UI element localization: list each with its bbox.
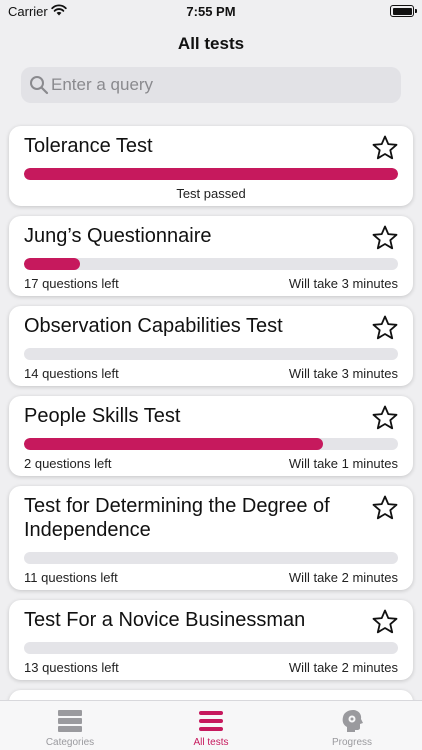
search-input[interactable] <box>51 67 391 103</box>
progress-bar <box>24 438 398 450</box>
tab-progress[interactable]: Progress <box>282 701 422 750</box>
star-icon[interactable] <box>371 224 399 252</box>
status-time: 7:55 PM <box>186 4 236 19</box>
test-card-novice-businessman[interactable]: Test For a Novice Businessman 13 questio… <box>9 600 413 680</box>
tab-bar: Categories All tests Progress <box>0 700 422 750</box>
test-card-independence[interactable]: Test for Determining the Degree of Indep… <box>9 486 413 590</box>
list-icon <box>198 709 224 738</box>
tab-categories[interactable]: Categories <box>0 701 140 750</box>
test-title: People Skills Test <box>24 405 181 427</box>
questions-left: 2 questions left <box>24 456 112 471</box>
tab-label: Categories <box>45 737 95 748</box>
test-duration: Will take 2 minutes <box>288 570 398 585</box>
progress-bar <box>24 168 398 180</box>
test-status: Test passed <box>176 186 246 201</box>
status-bar: Carrier 7:55 PM <box>0 0 422 26</box>
test-title: Test for Determining the Degree of Indep… <box>24 495 330 541</box>
questions-left: 13 questions left <box>24 660 119 675</box>
test-card-observation[interactable]: Observation Capabilities Test 14 questio… <box>9 306 413 386</box>
head-gear-icon <box>339 709 365 738</box>
test-title: Jung’s Questionnaire <box>24 225 212 247</box>
search-icon <box>29 75 49 100</box>
star-icon[interactable] <box>371 404 399 432</box>
test-title: Tolerance Test <box>24 135 153 157</box>
tests-list[interactable]: Tolerance Test Test passed Jung’s Questi… <box>0 118 422 700</box>
progress-bar <box>24 642 398 654</box>
battery-icon <box>390 5 417 17</box>
questions-left: 17 questions left <box>24 276 119 291</box>
test-duration: Will take 3 minutes <box>288 366 398 381</box>
test-card-people-skills[interactable]: People Skills Test 2 questions left Will… <box>9 396 413 476</box>
star-icon[interactable] <box>371 608 399 636</box>
questions-left: 11 questions left <box>24 570 118 585</box>
tab-label: All tests <box>193 737 229 748</box>
progress-bar <box>24 348 398 360</box>
page-title: All tests <box>177 34 245 53</box>
test-card-tolerance[interactable]: Tolerance Test Test passed <box>9 126 413 206</box>
progress-fill <box>24 438 324 450</box>
test-title: Test For a Novice Businessman <box>24 609 306 631</box>
questions-left: 14 questions left <box>24 366 119 381</box>
progress-bar <box>24 258 398 270</box>
categories-icon <box>57 709 83 738</box>
star-icon[interactable] <box>371 134 399 162</box>
star-icon[interactable] <box>371 314 399 342</box>
test-card-partial[interactable] <box>9 690 413 700</box>
test-duration: Will take 1 minutes <box>288 456 398 471</box>
progress-fill <box>24 168 398 180</box>
tab-label: Progress <box>331 737 372 748</box>
progress-bar <box>24 552 398 564</box>
tab-all-tests[interactable]: All tests <box>141 701 281 750</box>
test-card-jung[interactable]: Jung’s Questionnaire 17 questions left W… <box>9 216 413 296</box>
test-title: Observation Capabilities Test <box>24 315 283 337</box>
progress-fill <box>24 258 81 270</box>
test-duration: Will take 3 minutes <box>288 276 398 291</box>
search-bar[interactable] <box>21 67 401 103</box>
star-icon[interactable] <box>371 494 399 522</box>
test-duration: Will take 2 minutes <box>288 660 398 675</box>
